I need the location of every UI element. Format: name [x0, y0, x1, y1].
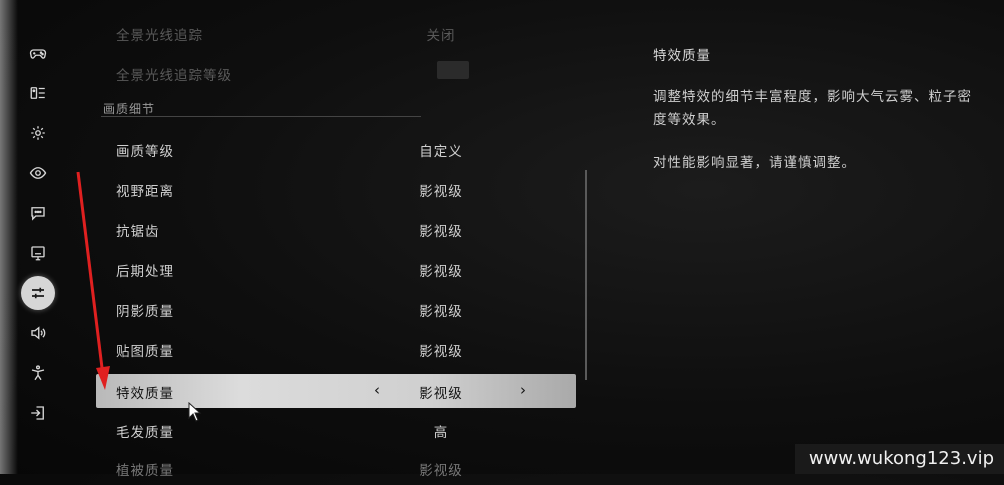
- setting-value: 影视级: [419, 386, 463, 402]
- previous-option-button[interactable]: ‹: [374, 381, 381, 399]
- sidebar-item-keyboard[interactable]: [21, 76, 55, 110]
- section-divider: [101, 116, 421, 117]
- setting-value: 影视级: [419, 224, 463, 240]
- sidebar-item-subtitles[interactable]: [21, 196, 55, 230]
- sidebar-item-display[interactable]: [21, 156, 55, 190]
- setting-label: 画质等级: [116, 144, 174, 160]
- setting-row-shadow-quality[interactable]: 阴影质量 影视级: [96, 292, 576, 326]
- setting-row-global-raytracing[interactable]: 全景光线追踪 关闭: [96, 16, 576, 50]
- gear-icon: [31, 126, 45, 140]
- next-option-button[interactable]: ›: [520, 381, 527, 399]
- speaker-icon: [31, 326, 46, 340]
- setting-value: 影视级: [419, 184, 463, 200]
- setting-row-quality-preset[interactable]: 画质等级 自定义: [96, 132, 576, 166]
- gamepad-icon: [29, 49, 47, 59]
- setting-label: 全景光线追踪等级: [116, 68, 232, 84]
- setting-label: 阴影质量: [116, 304, 174, 320]
- sidebar-item-exit[interactable]: [21, 396, 55, 430]
- sidebar-item-audio[interactable]: [21, 316, 55, 350]
- setting-row-texture-quality[interactable]: 贴图质量 影视级: [96, 332, 576, 366]
- setting-label: 毛发质量: [116, 425, 174, 441]
- setting-value: 影视级: [419, 304, 463, 320]
- setting-label: 视野距离: [116, 184, 174, 200]
- setting-label: 贴图质量: [116, 344, 174, 360]
- sidebar-item-controller[interactable]: [21, 36, 55, 70]
- setting-value: 高: [433, 425, 449, 441]
- setting-label: 特效质量: [116, 386, 174, 402]
- setting-value: 关闭: [426, 28, 456, 44]
- setting-label: 抗锯齿: [116, 224, 160, 240]
- left-edge-decoration: [0, 0, 18, 474]
- description-panel: 调整特效的细节丰富程度，影响大气云雾、粒子密度等效果。 对性能影响显著，请谨慎调…: [653, 86, 973, 195]
- setting-value: 影视级: [419, 344, 463, 360]
- keyboard-icon: [30, 87, 45, 99]
- section-title: 画质细节: [103, 102, 156, 116]
- setting-value: 影视级: [419, 264, 463, 280]
- sidebar-item-accessibility[interactable]: [21, 356, 55, 390]
- setting-value: 影视级: [419, 463, 463, 479]
- watermark: www.wukong123.vip: [794, 444, 1004, 474]
- setting-row-anti-aliasing[interactable]: 抗锯齿 影视级: [96, 212, 576, 246]
- sidebar-item-graphics[interactable]: [21, 276, 55, 310]
- settings-scrollbar[interactable]: [585, 170, 587, 380]
- setting-label: 全景光线追踪: [116, 28, 203, 44]
- setting-value: 自定义: [419, 144, 463, 160]
- setting-row-hair-quality[interactable]: 毛发质量 高: [96, 413, 576, 447]
- eye-icon: [29, 167, 47, 179]
- description-paragraph: 调整特效的细节丰富程度，影响大气云雾、粒子密度等效果。: [653, 89, 972, 128]
- description-title: 特效质量: [653, 48, 711, 64]
- monitor-icon: [31, 246, 45, 261]
- sidebar-item-general[interactable]: [21, 116, 55, 150]
- setting-label: 后期处理: [116, 264, 174, 280]
- setting-row-post-processing[interactable]: 后期处理 影视级: [96, 252, 576, 286]
- accessibility-icon: [31, 365, 45, 381]
- settings-sidebar: [18, 36, 58, 436]
- setting-row-effects-quality[interactable]: 特效质量 ‹ 影视级 ›: [96, 374, 576, 408]
- setting-label: 植被质量: [116, 463, 174, 479]
- sidebar-item-screen[interactable]: [21, 236, 55, 270]
- raytracing-level-control[interactable]: [437, 61, 469, 79]
- settings-list: 全景光线追踪 关闭 全景光线追踪等级 画质细节 画质等级 自定义 视野距离 影视…: [96, 0, 576, 479]
- chat-icon: [31, 207, 45, 221]
- setting-row-global-raytracing-level[interactable]: 全景光线追踪等级: [96, 56, 576, 90]
- description-paragraph: 对性能影响显著，请谨慎调整。: [653, 155, 856, 171]
- sliders-icon: [32, 287, 44, 299]
- exit-icon: [31, 406, 44, 420]
- setting-row-foliage-quality[interactable]: 植被质量 影视级: [96, 451, 576, 485]
- mouse-cursor-icon: [188, 402, 202, 422]
- setting-row-view-distance[interactable]: 视野距离 影视级: [96, 172, 576, 206]
